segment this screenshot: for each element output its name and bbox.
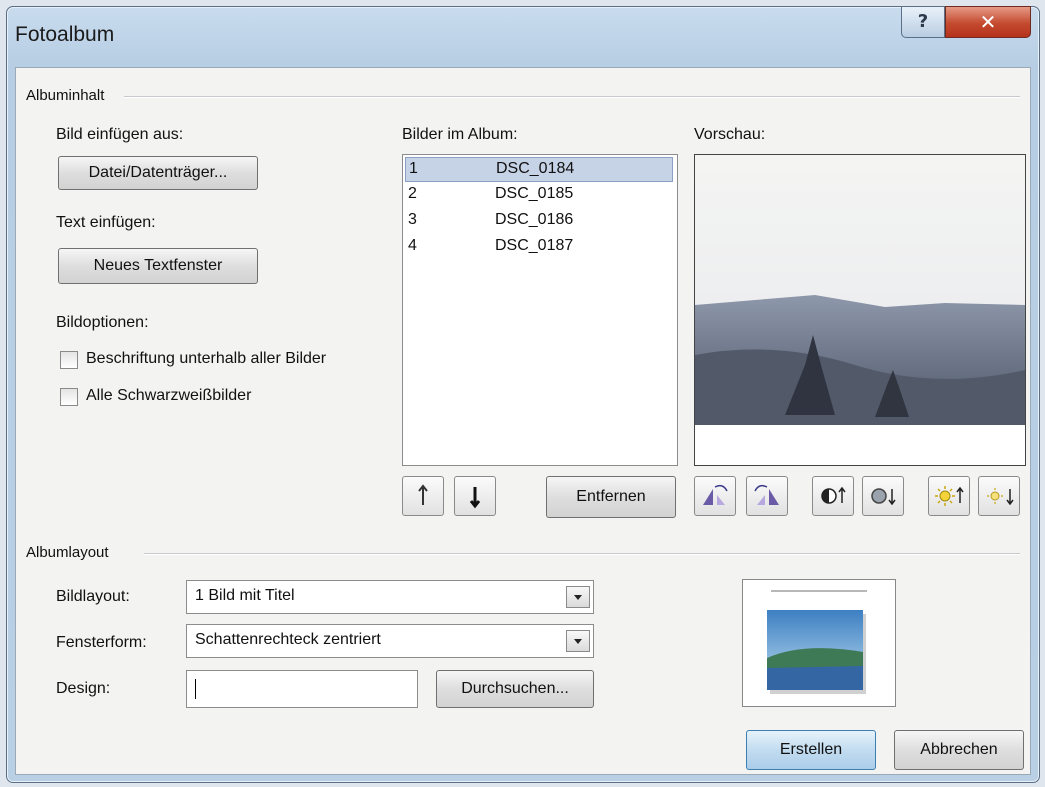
new-textbox-button[interactable]: Neues Textfenster — [58, 248, 258, 284]
bw-checkbox[interactable] — [60, 388, 78, 406]
list-item-number: 2 — [408, 185, 417, 202]
move-down-button[interactable] — [454, 476, 496, 516]
caption-checkbox-label: Beschriftung unterhalb aller Bilder — [86, 350, 327, 367]
brightness-down-button[interactable] — [978, 476, 1020, 516]
brightness-up-icon — [935, 486, 964, 506]
group-divider — [124, 96, 1020, 98]
list-item-name: DSC_0184 — [496, 160, 575, 177]
move-up-button[interactable] — [402, 476, 444, 516]
pictures-in-album-label: Bilder im Album: — [402, 126, 518, 143]
picture-layout-value: 1 Bild mit Titel — [195, 587, 295, 604]
chevron-down-icon — [574, 595, 582, 600]
arrow-down-icon — [469, 487, 481, 509]
group-divider — [144, 553, 1020, 555]
design-input[interactable] — [186, 670, 418, 708]
create-button[interactable]: Erstellen — [746, 730, 876, 770]
landscape-photo — [695, 155, 1025, 465]
insert-text-label: Text einfügen: — [56, 214, 156, 231]
title-bar: Fotoalbum ? ✕ — [7, 6, 1039, 59]
preview-image — [694, 154, 1026, 466]
rotate-left-icon — [703, 484, 728, 505]
list-item-name: DSC_0187 — [495, 237, 574, 254]
dialog-body: Albuminhalt Bild einfügen aus: Datei/Dat… — [15, 67, 1031, 775]
bw-checkbox-label: Alle Schwarzweißbilder — [86, 387, 252, 404]
frame-shape-value: Schattenrechteck zentriert — [195, 631, 381, 648]
arrow-up-icon — [418, 484, 428, 505]
contrast-up-icon — [821, 486, 846, 504]
file-disk-button[interactable]: Datei/Datenträger... — [58, 156, 258, 190]
list-item[interactable]: 1 DSC_0184 — [405, 157, 673, 182]
cancel-button-label: Abbrechen — [920, 741, 998, 758]
brightness-down-icon — [987, 488, 1014, 506]
group-label-album-content: Albuminhalt — [26, 87, 105, 104]
list-item-number: 3 — [408, 211, 417, 228]
text-cursor — [195, 679, 196, 699]
layout-preview-image — [767, 590, 867, 694]
browse-button-label: Durchsuchen... — [461, 680, 569, 697]
cancel-button[interactable]: Abbrechen — [894, 730, 1024, 770]
design-label: Design: — [56, 680, 111, 697]
rotate-right-icon — [754, 484, 779, 505]
list-item[interactable]: 3 DSC_0186 — [405, 209, 673, 234]
dropdown-button[interactable] — [566, 630, 590, 652]
close-button[interactable]: ✕ — [945, 6, 1031, 38]
list-item-name: DSC_0186 — [495, 211, 574, 228]
list-item-number: 1 — [409, 160, 418, 177]
picture-options-label: Bildoptionen: — [56, 314, 149, 331]
picture-layout-select[interactable]: 1 Bild mit Titel — [186, 580, 594, 614]
dropdown-button[interactable] — [566, 586, 590, 608]
file-disk-button-label: Datei/Datenträger... — [88, 164, 228, 181]
list-item-number: 4 — [408, 237, 417, 254]
remove-button-label: Entfernen — [576, 488, 646, 505]
frame-shape-label: Fensterform: — [56, 634, 147, 651]
contrast-down-icon — [871, 488, 896, 506]
list-item-name: DSC_0185 — [495, 185, 574, 202]
frame-shape-select[interactable]: Schattenrechteck zentriert — [186, 624, 594, 658]
pictures-listbox[interactable]: 1 DSC_0184 2 DSC_0185 3 DSC_0186 4 DSC_0… — [402, 154, 678, 466]
browse-button[interactable]: Durchsuchen... — [436, 670, 594, 708]
fotoalbum-dialog: Fotoalbum ? ✕ Albuminhalt Bild einfügen … — [6, 6, 1040, 783]
dialog-title: Fotoalbum — [15, 23, 115, 46]
brightness-up-button[interactable] — [928, 476, 970, 516]
list-item[interactable]: 4 DSC_0187 — [405, 235, 673, 260]
create-button-label: Erstellen — [779, 741, 843, 758]
remove-button[interactable]: Entfernen — [546, 476, 676, 518]
picture-layout-label: Bildlayout: — [56, 588, 130, 605]
contrast-up-button[interactable] — [812, 476, 854, 516]
insert-picture-label: Bild einfügen aus: — [56, 126, 184, 143]
group-label-album-layout: Albumlayout — [26, 544, 109, 561]
rotate-left-button[interactable] — [694, 476, 736, 516]
caption-checkbox[interactable] — [60, 351, 78, 369]
preview-label: Vorschau: — [694, 126, 766, 143]
contrast-down-button[interactable] — [862, 476, 904, 516]
layout-preview-thumbnail — [742, 579, 896, 707]
help-button[interactable]: ? — [901, 6, 945, 38]
chevron-down-icon — [574, 639, 582, 644]
list-item[interactable]: 2 DSC_0185 — [405, 183, 673, 208]
new-textbox-button-label: Neues Textfenster — [93, 257, 223, 274]
rotate-right-button[interactable] — [746, 476, 788, 516]
